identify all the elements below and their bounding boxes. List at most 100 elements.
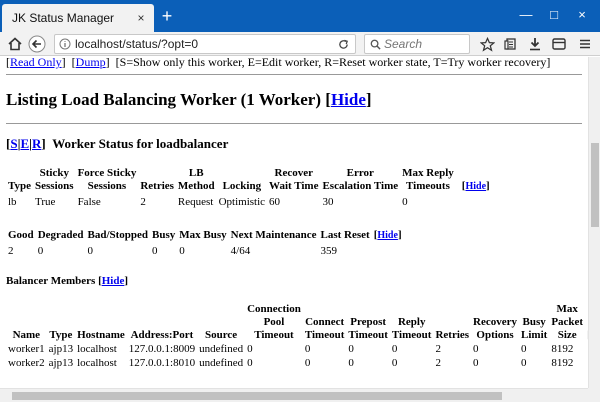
horizontal-scrollbar[interactable] — [0, 388, 588, 402]
table-cell: worker1 — [8, 342, 45, 355]
table-cell: 8192 — [551, 342, 574, 355]
table-cell: localhost — [77, 342, 117, 355]
table-cell: 2 — [435, 342, 441, 355]
table-cell: 2 — [140, 195, 146, 208]
table-row: lb True False 2 Request Optimistic 60 30… — [6, 193, 492, 211]
pocket-icon[interactable] — [550, 35, 568, 53]
dump-link[interactable]: Dump — [76, 57, 106, 69]
balancer-members-heading: Balancer Members [Hide] — [6, 275, 129, 287]
table-cell — [456, 193, 492, 211]
divider — [6, 123, 582, 124]
read-only-link[interactable]: Read Only — [10, 57, 62, 69]
table-cell: 60 — [269, 195, 281, 208]
table-cell: 30 — [322, 195, 334, 208]
table-cell: Optimistic — [218, 195, 266, 208]
table-cell: 0 — [304, 356, 311, 369]
col-header: Reply Timeout — [391, 316, 432, 341]
table-cell: 127.0.0.1:8009 — [128, 342, 196, 355]
home-icon[interactable] — [6, 35, 24, 53]
col-header: Last Reset — [320, 229, 370, 241]
table-row: worker1 ajp13 localhost 127.0.0.1:8009 undef… — [6, 342, 588, 356]
table-cell: 0 — [87, 244, 94, 257]
col-header: Name — [12, 329, 41, 341]
table-cell: 0 — [521, 356, 527, 369]
table-cell: 127.0.0.1:8010 — [128, 356, 196, 369]
vertical-scrollbar[interactable] — [588, 57, 600, 388]
col-header: Address:Port — [130, 329, 194, 341]
table-cell: 0 — [402, 195, 408, 208]
search-bar[interactable] — [364, 34, 470, 54]
table-cell: 0 — [521, 342, 527, 355]
col-header: Busy Limit — [521, 316, 548, 341]
back-icon[interactable] — [28, 35, 46, 53]
table-header-row: Name Type Hostname Address:Port Source Connec… — [6, 303, 588, 342]
table-cell: ajp13 — [48, 356, 74, 369]
table-cell: 0 — [304, 342, 311, 355]
search-input[interactable] — [381, 37, 461, 51]
table-cell: 0 — [247, 342, 253, 355]
col-header: Type — [8, 180, 32, 192]
url-text: localhost/status/?opt=0 — [75, 37, 199, 51]
info-icon[interactable] — [59, 38, 71, 50]
table-row: 2 0 0 0 0 4/64 359 — [6, 242, 404, 260]
col-header: Good — [8, 229, 34, 241]
hide-link[interactable]: Hide — [377, 230, 398, 241]
navigation-toolbar: localhost/status/?opt=0 — [0, 32, 600, 56]
minimize-button[interactable]: — — [516, 5, 536, 25]
table-cell: 0 — [391, 356, 398, 369]
menu-icon[interactable] — [576, 35, 594, 53]
col-header: Retries — [435, 329, 470, 341]
reset-worker-link[interactable]: R — [32, 136, 41, 151]
hide-link[interactable]: Hide — [465, 181, 486, 192]
table-cell: 359 — [320, 244, 338, 257]
title-bar: JK Status Manager × + — □ × — [0, 0, 600, 32]
worker-status-heading: [S|E|R] Worker Status for loadbalancer — [6, 136, 229, 151]
top-links: [Read Only] [Dump] [S=Show only this wor… — [6, 57, 551, 69]
tab-close-icon[interactable]: × — [132, 11, 150, 25]
table-cell — [372, 242, 404, 260]
members-title: Balancer Members — [6, 275, 96, 287]
col-header: Type — [49, 329, 73, 341]
table-cell: True — [35, 195, 56, 208]
col-header: Max Busy — [179, 229, 227, 241]
reading-list-icon[interactable] — [502, 35, 520, 53]
reload-icon[interactable] — [338, 39, 349, 50]
table-cell: Request — [177, 195, 214, 208]
balancer-members-table: Name Type Hostname Address:Port Source Connec… — [6, 303, 588, 370]
col-header: Max Packet Size — [551, 303, 584, 341]
table-cell: 0 — [348, 342, 354, 355]
close-window-button[interactable]: × — [572, 5, 592, 25]
col-header: Connect Timeout — [304, 316, 345, 341]
show-worker-link[interactable]: S — [10, 136, 17, 151]
browser-tab[interactable]: JK Status Manager × — [2, 4, 154, 32]
col-header: Locking — [222, 180, 262, 192]
hide-link[interactable]: Hide — [102, 275, 125, 287]
horizontal-scroll-thumb[interactable] — [12, 392, 502, 400]
status-counts-table: Good Degraded Bad/Stopped Busy Max Busy … — [6, 229, 404, 260]
vertical-scroll-thumb[interactable] — [591, 143, 599, 227]
table-cell: 8192 — [551, 356, 574, 369]
col-header: [Hide] — [373, 229, 402, 241]
lb-settings-table: Type Sticky Sessions Force Sticky Sessions… — [6, 167, 492, 211]
col-header: LB Method — [177, 167, 215, 192]
page-heading: Listing Load Balancing Worker (1 Worker)… — [6, 90, 372, 109]
new-tab-button[interactable]: + — [157, 7, 177, 27]
scrollbar-corner — [588, 388, 600, 402]
table-cell: 0 — [473, 342, 479, 355]
table-row: worker2 ajp13 localhost 127.0.0.1:8010 undef… — [6, 356, 588, 370]
maximize-button[interactable]: □ — [544, 5, 564, 25]
address-bar[interactable]: localhost/status/?opt=0 — [54, 34, 356, 54]
table-cell: 0 — [247, 356, 253, 369]
worker-status-title: Worker Status for loadbalancer — [52, 136, 229, 151]
edit-worker-link[interactable]: E — [20, 136, 29, 151]
col-header: Error Escalation Time — [322, 167, 399, 192]
search-icon — [370, 39, 381, 50]
table-cell: lb — [8, 195, 17, 208]
download-icon[interactable] — [526, 35, 544, 53]
table-header-row: Type Sticky Sessions Force Sticky Sessions… — [6, 167, 492, 193]
col-header: Bad/Stopped — [87, 229, 149, 241]
bookmark-star-icon[interactable] — [478, 35, 496, 53]
page-content: [Read Only] [Dump] [S=Show only this wor… — [0, 57, 588, 388]
heading-hide-link[interactable]: Hide — [331, 90, 366, 109]
tab-title: JK Status Manager — [12, 11, 115, 25]
